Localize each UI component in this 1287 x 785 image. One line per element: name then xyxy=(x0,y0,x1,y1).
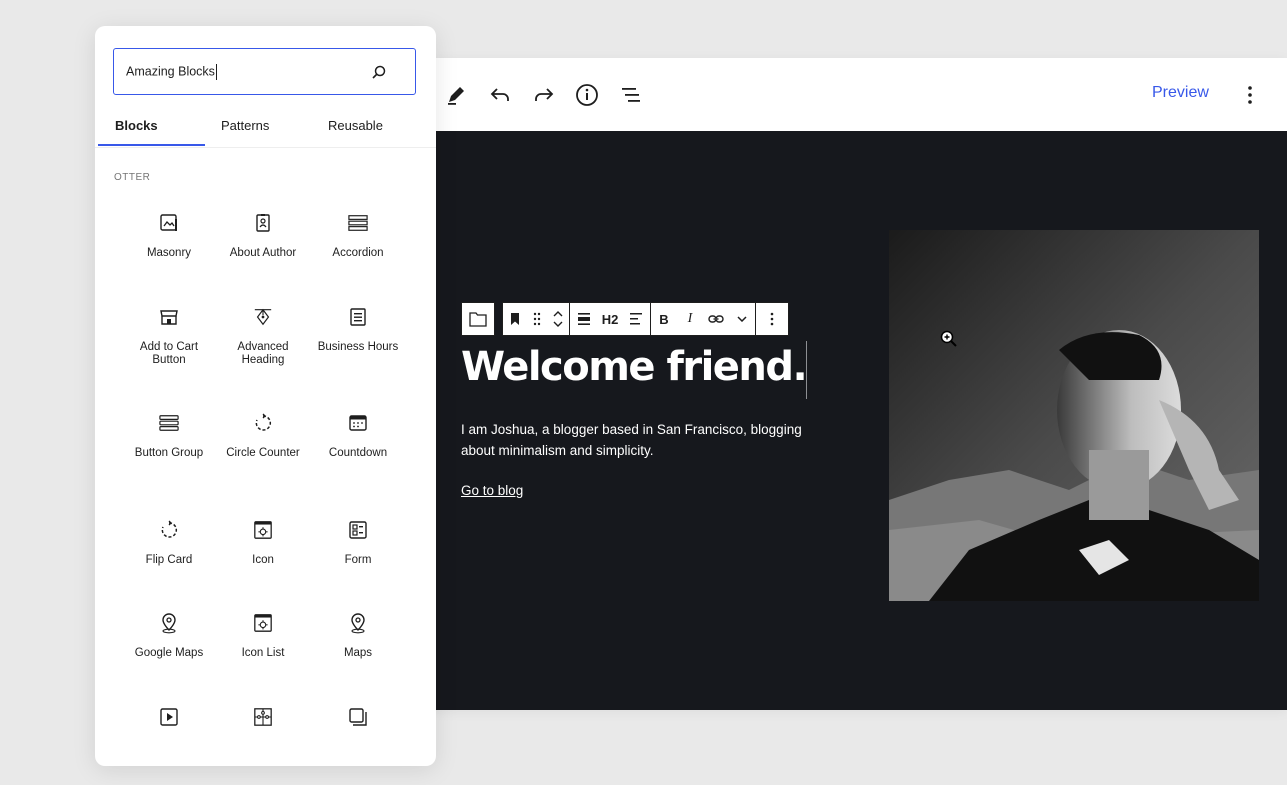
icon-list-icon xyxy=(253,613,273,633)
block-parent-group xyxy=(461,302,495,336)
icon-block-icon xyxy=(253,520,273,540)
store-icon xyxy=(159,307,179,327)
button-group-icon xyxy=(159,413,179,433)
more-options-icon[interactable] xyxy=(1238,82,1262,108)
map-pin-icon xyxy=(159,613,179,634)
inline-format-group: B I xyxy=(650,302,756,336)
block-item-google-maps[interactable]: Google Maps xyxy=(122,613,216,703)
chevron-down-icon[interactable] xyxy=(729,303,755,335)
block-item-button-group[interactable]: Button Group xyxy=(122,413,216,503)
pencil-icon[interactable] xyxy=(441,80,471,110)
hero-heading[interactable]: Welcome friend. xyxy=(461,344,808,390)
portrait-image[interactable] xyxy=(889,230,1259,601)
go-to-blog-link[interactable]: Go to blog xyxy=(461,483,523,498)
accordion-icon xyxy=(348,213,368,233)
block-mover-group xyxy=(502,302,570,336)
text-align-icon[interactable] xyxy=(622,303,650,335)
redo-icon[interactable] xyxy=(529,80,559,110)
block-toolbar: H2 B I xyxy=(461,302,789,336)
text-caret xyxy=(806,341,807,399)
bold-button[interactable]: B xyxy=(651,303,677,335)
block-item-advanced-heading[interactable]: Advanced Heading xyxy=(216,307,310,397)
preview-button[interactable]: Preview xyxy=(1152,84,1209,102)
block-item-business-hours[interactable]: Business Hours xyxy=(311,307,405,397)
drag-handle-icon[interactable] xyxy=(527,303,547,335)
tab-reusable[interactable]: Reusable xyxy=(328,118,383,133)
active-tab-indicator xyxy=(98,144,205,146)
list-icon xyxy=(348,307,368,327)
hero-paragraph[interactable]: I am Joshua, a blogger based in San Fran… xyxy=(461,419,831,461)
search-input-value: Amazing Blocks xyxy=(126,64,217,80)
list-view-icon[interactable] xyxy=(616,80,646,110)
pen-nib-icon xyxy=(253,307,273,327)
block-item-about-author[interactable]: About Author xyxy=(216,213,310,303)
move-up-down-icon[interactable] xyxy=(547,303,569,335)
block-item-video[interactable] xyxy=(122,707,216,766)
block-item-duplicate[interactable] xyxy=(311,707,405,766)
puzzle-icon xyxy=(253,707,273,727)
circle-counter-icon xyxy=(253,413,273,433)
inserter-tabs: Blocks Patterns Reusable xyxy=(95,110,436,148)
block-format-group: H2 xyxy=(569,302,651,336)
tab-blocks[interactable]: Blocks xyxy=(115,118,158,133)
about-author-icon xyxy=(253,213,273,233)
align-wide-icon[interactable] xyxy=(570,303,598,335)
undo-icon[interactable] xyxy=(485,80,515,110)
calendar-icon xyxy=(348,413,368,433)
duplicate-icon xyxy=(348,707,368,727)
block-options-group xyxy=(755,302,789,336)
block-item-flip-card[interactable]: Flip Card xyxy=(122,520,216,610)
editor-top-toolbar: Preview xyxy=(400,58,1287,131)
block-item-countdown[interactable]: Countdown xyxy=(311,413,405,503)
category-label: OTTER xyxy=(114,172,151,183)
block-options-icon[interactable] xyxy=(756,303,788,335)
folder-icon[interactable] xyxy=(462,303,494,335)
video-icon xyxy=(159,707,179,727)
block-item-add-to-cart-button[interactable]: Add to Cart Button xyxy=(122,307,216,397)
block-item-circle-counter[interactable]: Circle Counter xyxy=(216,413,310,503)
block-item-accordion[interactable]: Accordion xyxy=(311,213,405,303)
block-item-maps[interactable]: Maps xyxy=(311,613,405,703)
link-icon[interactable] xyxy=(703,303,729,335)
block-inserter-panel: Amazing Blocks Blocks Patterns Reusable … xyxy=(95,26,436,766)
heading-level-button[interactable]: H2 xyxy=(598,303,622,335)
map-pin-icon xyxy=(348,613,368,634)
block-item-masonry[interactable]: Masonry xyxy=(122,213,216,303)
form-icon xyxy=(348,520,368,540)
block-item-icon-list[interactable]: Icon List xyxy=(216,613,310,703)
block-item-form[interactable]: Form xyxy=(311,520,405,610)
block-item-puzzle[interactable] xyxy=(216,707,310,766)
flip-card-icon xyxy=(159,520,179,540)
block-item-icon[interactable]: Icon xyxy=(216,520,310,610)
bookmark-icon[interactable] xyxy=(503,303,527,335)
editor-canvas: H2 B I Welcome friend. I am Joshua, a bl… xyxy=(400,131,1287,710)
masonry-icon xyxy=(159,213,179,233)
italic-button[interactable]: I xyxy=(677,303,703,335)
zoom-in-cursor-icon xyxy=(940,330,958,353)
block-search-input[interactable]: Amazing Blocks xyxy=(113,48,416,95)
editor-window: Preview H2 B I Welcome friend. I am Josh… xyxy=(400,58,1287,710)
info-icon[interactable] xyxy=(572,80,602,110)
search-icon[interactable] xyxy=(371,64,387,85)
tab-patterns[interactable]: Patterns xyxy=(221,118,269,133)
